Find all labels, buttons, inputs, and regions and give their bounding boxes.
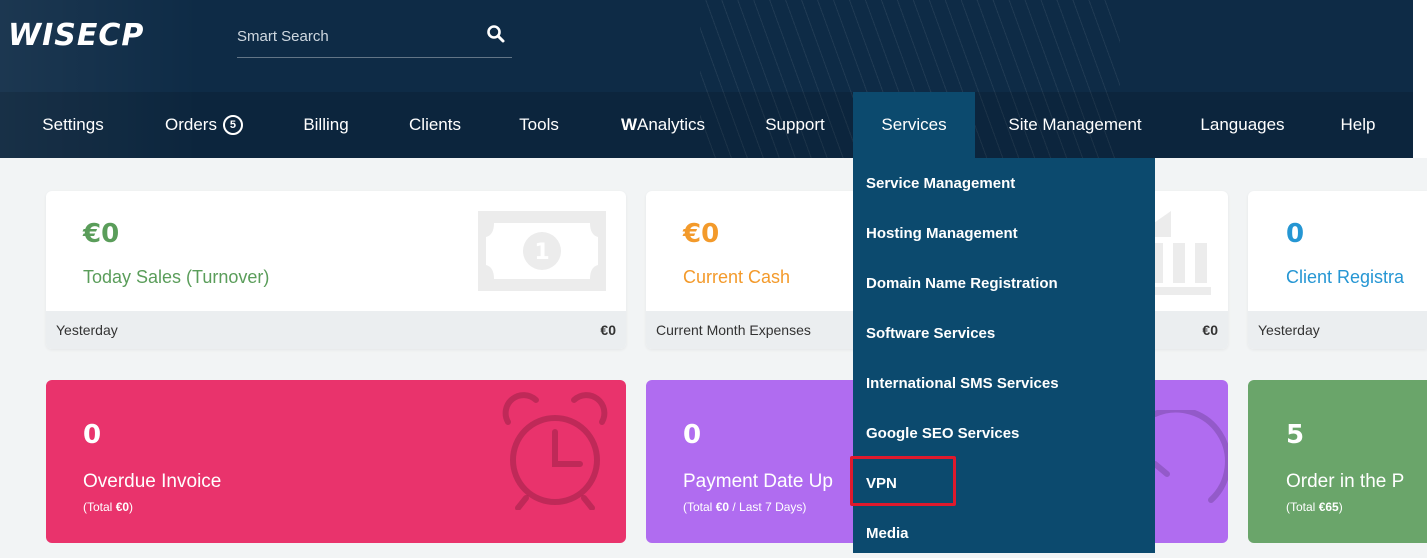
stat-value: €0 [683, 219, 720, 249]
nav-label: Billing [303, 115, 349, 134]
menu-item-software-services[interactable]: Software Services [853, 308, 1155, 358]
sub-amount: €65 [1318, 500, 1339, 514]
sub-suffix: ) [1338, 500, 1343, 514]
stat-value: €0 [83, 219, 120, 249]
stat-subtext: (Total €0) [83, 500, 133, 514]
stat-subtext: (Total €65) [1286, 500, 1343, 514]
stat-value: 5 [1286, 420, 1305, 450]
nav-services[interactable]: Services [853, 92, 975, 158]
stopwatch-icon [1152, 410, 1228, 503]
nav-label: Languages [1200, 115, 1285, 134]
stat-value: 0 [83, 420, 102, 450]
sub-prefix: (Total [1286, 500, 1319, 514]
alarm-clock-icon [502, 392, 608, 510]
smart-search [237, 20, 512, 58]
banknote-icon: 1 [478, 211, 606, 291]
stat-label: Today Sales (Turnover) [83, 267, 270, 287]
nav-support[interactable]: Support [745, 92, 845, 158]
stat-footer: Yesterday €0 [46, 311, 626, 349]
menu-item-international-sms-services[interactable]: International SMS Services [853, 358, 1155, 408]
stat-label: Current Cash [683, 267, 791, 287]
sub-suffix: ) [129, 500, 134, 514]
stat-label: Payment Date Up [683, 471, 833, 492]
footer-value: €0 [600, 322, 616, 338]
nav-label-bold: W [620, 115, 637, 134]
nav-settings[interactable]: Settings [22, 92, 124, 158]
nav-label: Services [881, 115, 947, 134]
nav-label: Clients [409, 115, 461, 134]
sub-suffix: / Last 7 Days) [729, 500, 807, 514]
nav-languages[interactable]: Languages [1180, 92, 1305, 158]
stat-label: Order in the P [1286, 471, 1405, 492]
stat-value: 0 [1286, 219, 1305, 249]
stat-label: Client Registra [1286, 267, 1405, 287]
main-nav: Settings Orders 5 Billing Clients Tools W… [0, 92, 1413, 158]
menu-item-domain-name-registration[interactable]: Domain Name Registration [853, 258, 1155, 308]
services-dropdown-menu: Service Management Hosting Management Do… [853, 158, 1155, 553]
sub-prefix: (Total [83, 500, 116, 514]
nav-wanalytics[interactable]: W Analytics [598, 92, 728, 158]
nav-label: Tools [519, 115, 559, 134]
nav-orders[interactable]: Orders 5 [140, 92, 268, 158]
nav-label: Orders [165, 115, 217, 134]
footer-label: Yesterday [56, 322, 118, 338]
nav-label: Support [765, 115, 825, 134]
footer-label: Yesterday [1258, 322, 1320, 338]
sub-amount: €0 [715, 500, 730, 514]
nav-site-management[interactable]: Site Management [985, 92, 1165, 158]
nav-label: Site Management [1008, 115, 1142, 134]
footer-label: Current Month Expenses [656, 322, 811, 338]
header-edge [1413, 0, 1427, 158]
menu-item-google-seo-services[interactable]: Google SEO Services [853, 408, 1155, 458]
top-header: WISECP Settings Orders 5 Billing Clients … [0, 0, 1427, 158]
footer-value: €0 [1202, 322, 1218, 338]
nav-label: Analytics [637, 115, 706, 134]
menu-item-service-management[interactable]: Service Management [853, 158, 1155, 208]
sub-amount: €0 [115, 500, 130, 514]
nav-label: Settings [42, 115, 104, 134]
nav-tools[interactable]: Tools [500, 92, 578, 158]
stat-subtext: (Total €0 / Last 7 Days) [683, 500, 806, 514]
nav-label: Help [1340, 115, 1376, 134]
stat-label: Overdue Invoice [83, 471, 222, 492]
nav-help[interactable]: Help [1318, 92, 1398, 158]
overdue-invoice-card[interactable]: 0 Overdue Invoice (Total €0) [46, 380, 626, 543]
orders-count-badge: 5 [222, 115, 243, 135]
stat-footer: Yesterday [1248, 311, 1427, 349]
bank-icon [1151, 211, 1211, 295]
wisecp-logo[interactable]: WISECP [8, 18, 144, 53]
nav-clients[interactable]: Clients [390, 92, 480, 158]
svg-text:1: 1 [534, 240, 549, 265]
search-input[interactable] [237, 22, 467, 50]
menu-item-vpn[interactable]: VPN [853, 458, 1155, 508]
today-sales-card[interactable]: €0 Today Sales (Turnover) 1 Yesterday €0 [46, 191, 626, 349]
nav-billing[interactable]: Billing [286, 92, 366, 158]
client-registration-card[interactable]: 0 Client Registra Yesterday [1248, 191, 1427, 349]
stat-value: 0 [683, 420, 702, 450]
menu-item-hosting-management[interactable]: Hosting Management [853, 208, 1155, 258]
search-icon[interactable] [486, 24, 506, 44]
menu-item-media[interactable]: Media [853, 508, 1155, 558]
pending-orders-card[interactable]: 5 Order in the P (Total €65) [1248, 380, 1427, 543]
sub-prefix: (Total [683, 500, 716, 514]
